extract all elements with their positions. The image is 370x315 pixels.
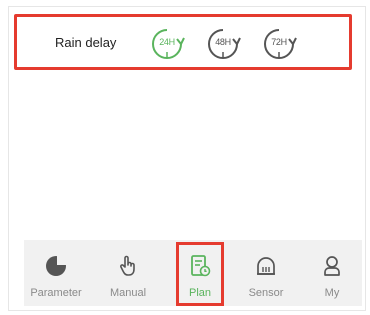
rain-delay-48h-button[interactable]: 48H: [205, 26, 241, 62]
rain-delay-label: Rain delay: [55, 35, 117, 50]
rain-delay-row: Rain delay 24H 48H 72H: [14, 14, 352, 70]
rain-delay-72h-button[interactable]: 72H: [261, 26, 297, 62]
tab-my[interactable]: My: [300, 240, 364, 306]
hand-pointer-icon: [120, 255, 135, 276]
tab-plan-label: Plan: [188, 287, 212, 299]
plan-document-icon: [191, 255, 211, 277]
rain-delay-24h-label: 24H: [159, 37, 175, 47]
sensor-icon: [257, 257, 275, 275]
rain-delay-72h-label: 72H: [271, 37, 287, 47]
user-icon: [324, 256, 340, 276]
tab-parameter[interactable]: Parameter: [24, 240, 88, 306]
tab-parameter-label: Parameter: [30, 287, 82, 299]
tab-manual[interactable]: Manual: [96, 240, 160, 306]
rain-delay-24h-button[interactable]: 24H: [149, 26, 185, 62]
bottom-tab-bar: Parameter Manual Plan Sensor My: [24, 240, 362, 306]
tab-manual-label: Manual: [109, 287, 147, 299]
rain-delay-48h-label: 48H: [215, 37, 231, 47]
tab-sensor-label: Sensor: [248, 287, 284, 299]
pie-chart-icon: [46, 255, 67, 276]
tab-plan[interactable]: Plan: [168, 240, 232, 306]
tab-my-label: My: [324, 287, 340, 299]
tab-sensor[interactable]: Sensor: [234, 240, 298, 306]
